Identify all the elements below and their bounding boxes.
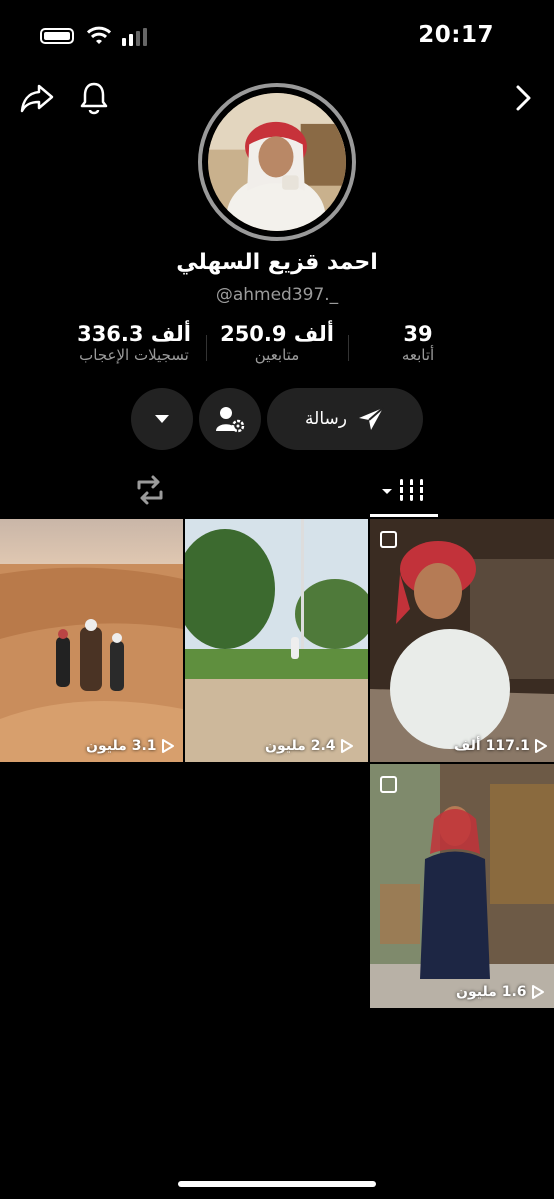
stat-likes-value: 336.3 ألف: [77, 322, 191, 346]
more-options-button[interactable]: [131, 388, 193, 450]
avatar-photo: [208, 93, 346, 231]
stat-following[interactable]: 39 أتابعه: [368, 322, 468, 364]
user-settings-button[interactable]: [199, 388, 261, 450]
user-gear-icon: [216, 407, 245, 433]
tab-reposts[interactable]: [132, 474, 168, 510]
status-time: 20:17: [418, 22, 494, 48]
bell-icon[interactable]: [78, 80, 110, 116]
stat-following-label: أتابعه: [401, 346, 435, 364]
message-button[interactable]: رسالة: [267, 388, 423, 450]
stat-likes-label: تسجيلات الإعجاب: [79, 346, 189, 364]
share-icon[interactable]: [20, 82, 54, 114]
view-count-text: 3.1 مليون: [86, 738, 157, 754]
repost-icon: [137, 475, 163, 505]
stat-following-value: 39: [403, 322, 433, 346]
avatar[interactable]: [198, 83, 356, 241]
play-icon: [161, 739, 174, 753]
grid-videos-icon: [382, 479, 425, 501]
profile-name: احمد قزيع السهلي: [176, 250, 378, 275]
play-icon: [534, 739, 547, 753]
stat-followers-value: 250.9 ألف: [220, 322, 334, 346]
play-icon: [340, 739, 353, 753]
send-icon: [358, 407, 384, 430]
signal-icon: [122, 28, 147, 46]
multi-photo-icon: [380, 531, 397, 548]
multi-photo-icon: [380, 776, 397, 793]
wifi-icon: [87, 26, 111, 44]
video-thumbnail: [185, 519, 368, 762]
chevron-right-icon[interactable]: [512, 84, 534, 112]
active-tab-indicator: [370, 514, 438, 517]
play-icon: [531, 985, 544, 999]
view-count: 1.6 مليون: [456, 984, 545, 1000]
battery-icon: [40, 28, 74, 44]
video-tile[interactable]: 1.6 مليون: [370, 764, 554, 1008]
video-thumbnail: [370, 764, 554, 1008]
view-count-text: 2.4 مليون: [265, 738, 336, 754]
stat-followers-label: متابعين: [254, 346, 300, 364]
stat-followers[interactable]: 250.9 ألف متابعين: [208, 322, 346, 364]
video-thumbnail: [0, 519, 183, 762]
stat-likes: 336.3 ألف تسجيلات الإعجاب: [60, 322, 208, 364]
home-indicator[interactable]: [178, 1181, 376, 1187]
video-tile[interactable]: 117.1 ألف: [370, 519, 554, 762]
view-count: 3.1 مليون: [86, 738, 175, 754]
video-thumbnail: [370, 519, 554, 762]
view-count: 117.1 ألف: [454, 738, 548, 754]
profile-handle: @ahmed397._: [215, 285, 339, 305]
stat-divider: [206, 335, 207, 361]
tab-videos[interactable]: [380, 474, 428, 510]
view-count-text: 1.6 مليون: [456, 984, 527, 1000]
view-count: 2.4 مليون: [265, 738, 354, 754]
video-tile[interactable]: 2.4 مليون: [185, 519, 368, 762]
message-label: رسالة: [305, 409, 347, 429]
stat-divider: [348, 335, 349, 361]
caret-down-icon: [155, 415, 169, 423]
view-count-text: 117.1 ألف: [454, 738, 530, 754]
video-tile[interactable]: 3.1 مليون: [0, 519, 183, 762]
